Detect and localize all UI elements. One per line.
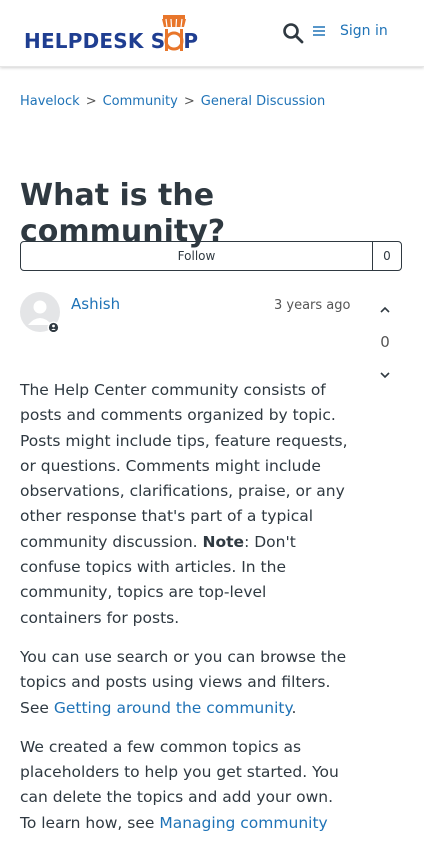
upvote-chevron-up-icon[interactable] — [377, 302, 393, 316]
site-header: HELPDESK S P Sign in — [0, 0, 424, 67]
vote-count: 0 — [380, 333, 390, 351]
user-badge-icon — [48, 322, 59, 332]
breadcrumb-separator: > — [183, 94, 195, 109]
breadcrumb-general-discussion[interactable]: General Discussion — [201, 94, 326, 109]
breadcrumb-havelock[interactable]: Havelock — [20, 94, 80, 109]
helpdesk-shop-logo[interactable]: HELPDESK S P — [24, 8, 198, 60]
paragraph: You can use search or you can browse the… — [20, 647, 347, 717]
post-title: What is the community? — [20, 178, 226, 249]
sign-in-link[interactable]: Sign in — [340, 23, 388, 39]
downvote-chevron-down-icon[interactable] — [377, 369, 393, 383]
follow-button[interactable]: Follow — [21, 242, 372, 270]
follow-count: 0 — [372, 242, 401, 270]
search-icon[interactable] — [281, 21, 305, 45]
logo-text: HELPDESK S P — [24, 15, 198, 60]
author-name[interactable]: Ashish — [71, 295, 120, 313]
breadcrumb: Havelock > Community > General Discussion — [20, 94, 325, 109]
paragraph: We created a few common topics as placeh… — [20, 737, 339, 832]
breadcrumb-community[interactable]: Community — [103, 94, 178, 109]
note-label: Note — [202, 532, 245, 551]
post-timestamp: 3 years ago — [274, 298, 351, 313]
follow-control: Follow 0 — [20, 241, 402, 271]
hamburger-menu-icon[interactable] — [312, 25, 326, 37]
post-body: The Help Center community consists of po… — [20, 378, 350, 850]
paragraph: The Help Center community consists of po… — [20, 381, 348, 627]
avatar — [20, 292, 60, 332]
shop-awning-icon — [162, 15, 187, 51]
breadcrumb-separator: > — [85, 94, 97, 109]
managing-community-link[interactable]: Managing community — [159, 814, 327, 832]
getting-around-link[interactable]: Getting around the community — [54, 699, 292, 717]
